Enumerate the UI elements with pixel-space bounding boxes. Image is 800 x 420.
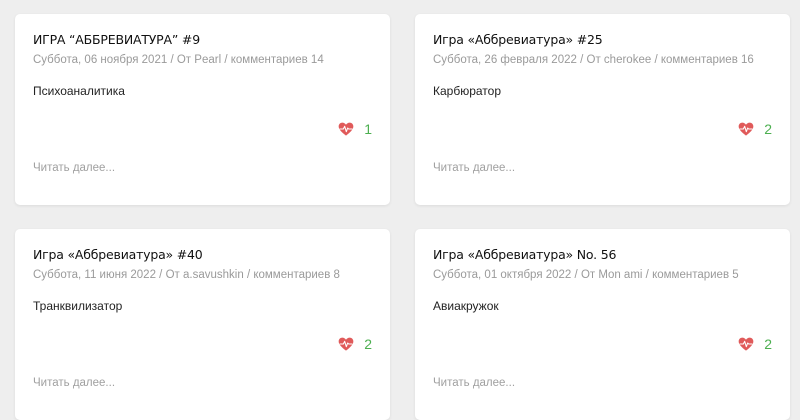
like-count: 2 — [364, 336, 372, 352]
heart-pulse-icon — [738, 122, 754, 136]
like-count: 2 — [764, 336, 772, 352]
post-title[interactable]: Игра «Аббревиатура» #40 — [33, 247, 203, 262]
post-card: ИГРА “АББРЕВИАТУРА” #9 Суббота, 06 ноябр… — [15, 14, 390, 205]
meta-separator: / — [246, 269, 251, 281]
post-author-link[interactable]: cherokee — [604, 54, 651, 66]
heart-pulse-icon — [338, 122, 354, 136]
post-excerpt: Авиакружок — [433, 299, 499, 313]
meta-separator: / — [645, 269, 649, 281]
comment-count[interactable]: комментариев 14 — [231, 54, 324, 66]
post-title[interactable]: Игра «Аббревиатура» No. 56 — [433, 247, 616, 262]
post-author-link[interactable]: Pearl — [194, 54, 221, 66]
like-count: 1 — [364, 121, 372, 137]
post-excerpt: Психоаналитика — [33, 84, 125, 98]
post-card: Игра «Аббревиатура» #25 Суббота, 26 февр… — [415, 14, 790, 205]
read-more-link[interactable]: Читать далее... — [433, 377, 515, 389]
author-prefix: От — [586, 54, 601, 66]
meta-separator: / — [224, 54, 228, 66]
read-more-link[interactable]: Читать далее... — [33, 377, 115, 389]
like-button[interactable]: 2 — [738, 336, 772, 352]
like-button[interactable]: 2 — [338, 336, 372, 352]
meta-separator: / — [170, 54, 174, 66]
post-meta: Суббота, 06 ноября 2021 / От Pearl / ком… — [33, 54, 324, 66]
meta-separator: / — [159, 269, 163, 281]
post-title[interactable]: ИГРА “АББРЕВИАТУРА” #9 — [33, 32, 200, 47]
like-button[interactable]: 1 — [338, 121, 372, 137]
meta-separator: / — [654, 54, 658, 66]
comment-count[interactable]: комментариев 5 — [652, 269, 739, 281]
post-date: Суббота, 06 ноября 2021 — [33, 54, 168, 66]
comment-count[interactable]: комментариев 16 — [661, 54, 754, 66]
post-excerpt: Транквилизатор — [33, 299, 123, 313]
author-prefix: От — [165, 269, 180, 281]
post-meta: Суббота, 01 октября 2022 / От Mon ami / … — [433, 269, 739, 281]
post-date: Суббота, 26 февраля 2022 — [433, 54, 577, 66]
post-card: Игра «Аббревиатура» No. 56 Суббота, 01 о… — [415, 229, 790, 420]
post-author-link[interactable]: a.savushkin — [183, 269, 244, 281]
author-prefix: От — [176, 54, 192, 66]
post-date: Суббота, 11 июня 2022 — [33, 269, 156, 281]
read-more-link[interactable]: Читать далее... — [433, 162, 515, 174]
heart-pulse-icon — [738, 337, 754, 351]
post-title[interactable]: Игра «Аббревиатура» #25 — [433, 32, 603, 47]
post-date: Суббота, 01 октября 2022 — [433, 269, 572, 281]
comment-count[interactable]: комментариев 8 — [253, 269, 340, 281]
heart-pulse-icon — [338, 337, 354, 351]
post-meta: Суббота, 26 февраля 2022 / От cherokee /… — [433, 54, 754, 66]
post-meta: Суббота, 11 июня 2022 / От a.savushkin /… — [33, 269, 340, 281]
post-card: Игра «Аббревиатура» #40 Суббота, 11 июня… — [15, 229, 390, 420]
meta-separator: / — [580, 54, 584, 66]
like-count: 2 — [764, 121, 772, 137]
like-button[interactable]: 2 — [738, 121, 772, 137]
post-excerpt: Карбюратор — [433, 84, 502, 98]
meta-separator: / — [574, 269, 578, 281]
author-prefix: От — [580, 269, 596, 281]
post-author-link[interactable]: Mon ami — [598, 269, 642, 281]
read-more-link[interactable]: Читать далее... — [33, 162, 115, 174]
